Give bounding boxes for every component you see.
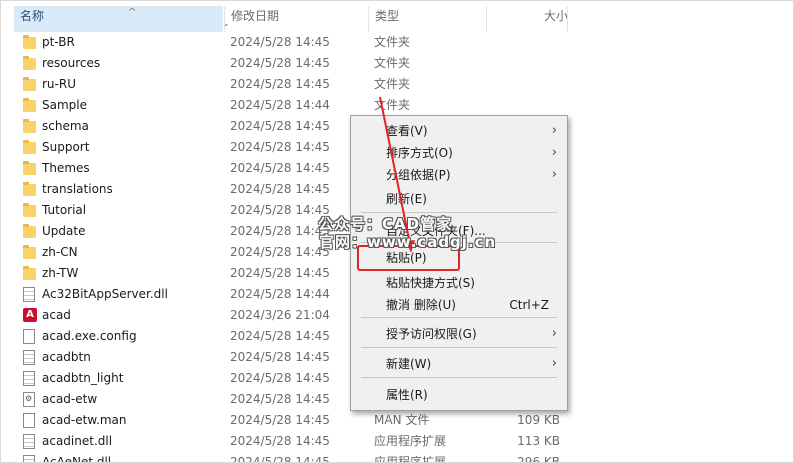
file-explorer-window: 名称 ^ ⌄ 修改日期 类型 大小 pt-BR 2024/5/28 14:45 文件… <box>0 0 794 463</box>
watermark-line-2: 官网：www.cadgj.cn <box>319 233 497 251</box>
